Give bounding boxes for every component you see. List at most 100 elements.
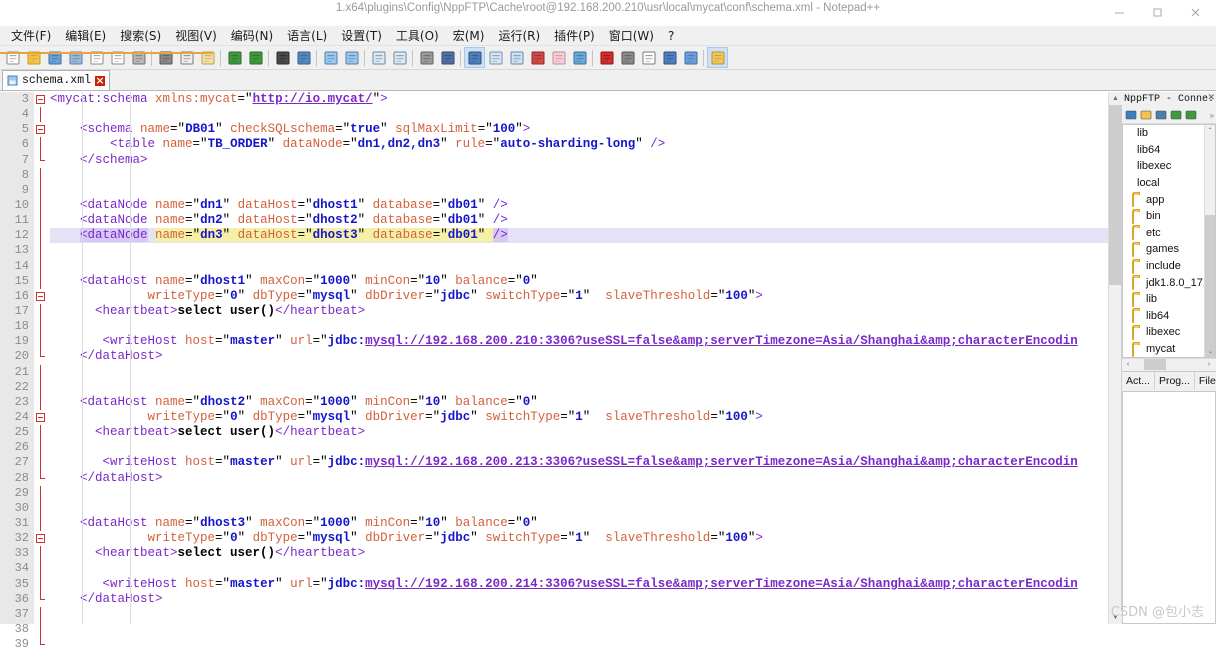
code-line[interactable]: writeType="0" dbType="mysql" dbDriver="j… bbox=[50, 531, 1121, 546]
fold-marker[interactable] bbox=[34, 546, 48, 561]
tree-item[interactable]: lib bbox=[1123, 125, 1204, 142]
nppftp-toolbar-overflow-icon[interactable]: » bbox=[1210, 111, 1214, 120]
hscroll-left-icon[interactable]: ‹ bbox=[1122, 361, 1134, 368]
record-macro-icon[interactable] bbox=[596, 47, 617, 68]
code-line[interactable] bbox=[50, 365, 1121, 380]
nppftp-close-icon[interactable]: ✕ bbox=[1207, 93, 1215, 103]
menu-item-8[interactable]: 宏(M) bbox=[446, 25, 492, 46]
fold-marker[interactable] bbox=[34, 122, 48, 137]
folder-workspace-icon[interactable] bbox=[548, 47, 569, 68]
fold-marker[interactable] bbox=[34, 183, 48, 198]
fold-margin[interactable] bbox=[34, 92, 48, 624]
menu-item-1[interactable]: 编辑(E) bbox=[58, 25, 113, 46]
fold-marker[interactable] bbox=[34, 259, 48, 274]
fold-marker[interactable] bbox=[34, 592, 48, 607]
tree-item[interactable]: etc bbox=[1123, 225, 1204, 242]
download-icon[interactable] bbox=[1154, 108, 1168, 122]
paste-icon[interactable] bbox=[197, 47, 218, 68]
stop-macro-icon[interactable] bbox=[617, 47, 638, 68]
print-icon[interactable] bbox=[128, 47, 149, 68]
fold-marker[interactable] bbox=[34, 319, 48, 334]
code-line-current[interactable]: <dataNode name="dn3" dataHost="dhost3" d… bbox=[50, 228, 1121, 243]
menu-item-11[interactable]: 窗口(W) bbox=[602, 25, 661, 46]
code-line[interactable]: writeType="0" dbType="mysql" dbDriver="j… bbox=[50, 289, 1121, 304]
nppftp-tab-2[interactable]: File bbox=[1195, 372, 1216, 390]
code-line[interactable] bbox=[50, 607, 1121, 622]
fold-marker[interactable] bbox=[34, 516, 48, 531]
code-line[interactable] bbox=[50, 561, 1121, 576]
tree-item[interactable]: bin bbox=[1123, 208, 1204, 225]
fold-marker[interactable] bbox=[34, 137, 48, 152]
fold-marker[interactable] bbox=[34, 168, 48, 183]
user-define-dialog-icon[interactable] bbox=[485, 47, 506, 68]
code-line[interactable] bbox=[50, 380, 1121, 395]
undo-icon[interactable] bbox=[224, 47, 245, 68]
code-line[interactable] bbox=[50, 440, 1121, 455]
fold-marker[interactable] bbox=[34, 274, 48, 289]
redo-icon[interactable] bbox=[245, 47, 266, 68]
hscroll-right-icon[interactable]: › bbox=[1203, 361, 1215, 368]
zoom-out-icon[interactable] bbox=[341, 47, 362, 68]
open-folder-icon[interactable] bbox=[1139, 108, 1153, 122]
fold-marker[interactable] bbox=[34, 107, 48, 122]
word-wrap-icon[interactable] bbox=[416, 47, 437, 68]
fold-collapse-icon[interactable] bbox=[36, 534, 45, 543]
tree-item[interactable]: mycat bbox=[1123, 341, 1204, 358]
fold-collapse-icon[interactable] bbox=[36, 125, 45, 134]
fold-marker[interactable] bbox=[34, 365, 48, 380]
fold-collapse-icon[interactable] bbox=[36, 413, 45, 422]
replace-icon[interactable] bbox=[293, 47, 314, 68]
fold-marker[interactable] bbox=[34, 425, 48, 440]
fold-marker[interactable] bbox=[34, 213, 48, 228]
fold-marker[interactable] bbox=[34, 607, 48, 622]
upload-icon[interactable] bbox=[1169, 108, 1183, 122]
tree-horizontal-scrollbar[interactable]: ‹ › bbox=[1122, 358, 1216, 371]
fold-collapse-icon[interactable] bbox=[36, 95, 45, 104]
fold-collapse-icon[interactable] bbox=[36, 292, 45, 301]
code-line[interactable]: <mycat:schema xmlns:mycat="http://io.myc… bbox=[50, 92, 1121, 107]
refresh-icon[interactable] bbox=[1184, 108, 1198, 122]
fold-marker[interactable] bbox=[34, 622, 48, 637]
code-line[interactable]: <dataHost name="dhost3" maxCon="1000" mi… bbox=[50, 516, 1121, 531]
tree-item[interactable]: games bbox=[1123, 241, 1204, 258]
fold-marker[interactable] bbox=[34, 304, 48, 319]
menu-item-2[interactable]: 搜索(S) bbox=[113, 25, 168, 46]
close-all-icon[interactable] bbox=[107, 47, 128, 68]
menu-item-9[interactable]: 运行(R) bbox=[491, 25, 547, 46]
nppftp-tab-0[interactable]: Act... bbox=[1122, 372, 1155, 390]
menu-item-6[interactable]: 设置(T) bbox=[334, 25, 389, 46]
code-line[interactable] bbox=[50, 107, 1121, 122]
connect-icon[interactable] bbox=[1124, 108, 1138, 122]
menu-item-12[interactable]: ? bbox=[661, 27, 681, 45]
nppftp-tab-1[interactable]: Prog... bbox=[1155, 372, 1195, 390]
open-file-icon[interactable] bbox=[23, 47, 44, 68]
tree-vertical-scrollbar[interactable]: ⌃ ⌄ bbox=[1204, 125, 1215, 357]
fold-marker[interactable] bbox=[34, 455, 48, 470]
code-line[interactable]: <schema name="DB01" checkSQLschema="true… bbox=[50, 122, 1121, 137]
tree-scroll-down-icon[interactable]: ⌄ bbox=[1205, 346, 1216, 357]
code-line[interactable]: <heartbeat>select user()</heartbeat> bbox=[50, 425, 1121, 440]
sync-horizontal-icon[interactable] bbox=[389, 47, 410, 68]
code-line[interactable] bbox=[50, 259, 1121, 274]
fold-marker[interactable] bbox=[34, 349, 48, 364]
scroll-up-arrow-icon[interactable]: ▲ bbox=[1109, 92, 1122, 105]
fold-marker[interactable] bbox=[34, 198, 48, 213]
sync-vertical-icon[interactable] bbox=[368, 47, 389, 68]
code-line[interactable]: </dataHost> bbox=[50, 592, 1121, 607]
tree-scroll-thumb[interactable] bbox=[1205, 215, 1216, 358]
tree-item[interactable]: jdk1.8.0_171 bbox=[1123, 274, 1204, 291]
fold-marker[interactable] bbox=[34, 501, 48, 516]
editor-tab-schema-xml[interactable]: schema.xml× bbox=[2, 70, 110, 90]
indent-guide-icon[interactable] bbox=[464, 47, 485, 68]
save-all-icon[interactable] bbox=[65, 47, 86, 68]
editor-scroll-thumb[interactable] bbox=[1109, 105, 1122, 285]
fold-marker[interactable] bbox=[34, 471, 48, 486]
fold-marker[interactable] bbox=[34, 440, 48, 455]
tree-item[interactable]: lib64 bbox=[1123, 142, 1204, 159]
code-line[interactable]: <table name="TB_ORDER" dataNode="dn1,dn2… bbox=[50, 137, 1121, 152]
fold-marker[interactable] bbox=[34, 243, 48, 258]
editor-vertical-scrollbar[interactable]: ▲ ▼ bbox=[1108, 92, 1121, 624]
tab-close-icon[interactable]: × bbox=[95, 76, 105, 86]
copy-icon[interactable] bbox=[176, 47, 197, 68]
code-line[interactable]: </dataHost> bbox=[50, 471, 1121, 486]
